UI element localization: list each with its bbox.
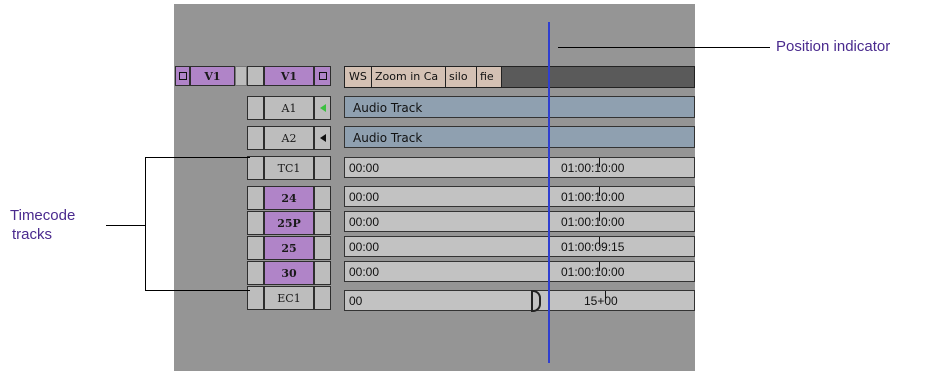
- timecode-value: 01:00:09:15: [561, 240, 625, 254]
- audio-track-label: Audio Track: [353, 101, 423, 115]
- track-selector-24[interactable]: 24: [264, 186, 314, 210]
- track-monitor-cell[interactable]: [314, 156, 331, 180]
- track-patch-cell[interactable]: [247, 96, 264, 120]
- position-indicator-leader: [558, 47, 770, 48]
- timecode-tick: [599, 237, 600, 246]
- track-patch-cell[interactable]: [247, 156, 264, 180]
- track-monitor-cell[interactable]: [314, 261, 331, 285]
- video-monitor-toggle[interactable]: [314, 66, 331, 86]
- video-track-v1: WS Zoom in Ca silo fie: [344, 66, 695, 88]
- timecode-tracks-leader: [106, 225, 146, 226]
- video-segment[interactable]: silo: [446, 67, 477, 87]
- bracket-bottom: [145, 290, 250, 291]
- timecode-start: 00:00: [349, 190, 380, 204]
- video-segment[interactable]: Zoom in Ca: [372, 67, 446, 87]
- timecode-start: 00:00: [349, 240, 380, 254]
- track-monitor-cell[interactable]: [314, 236, 331, 260]
- timecode-tick: [599, 158, 600, 167]
- timecode-value: 01:00:10:00: [561, 190, 625, 204]
- audio-track-a1[interactable]: Audio Track: [344, 96, 695, 118]
- timecode-row: 00:00 01:00:10:00: [344, 186, 695, 207]
- track-patch-cell[interactable]: [247, 236, 264, 260]
- speaker-icon: [319, 104, 326, 112]
- position-indicator-callout: Position indicator: [776, 38, 891, 55]
- track-patch-cell[interactable]: [247, 261, 264, 285]
- audio-track-label: Audio Track: [353, 131, 423, 145]
- timecode-value: 01:00:10:00: [561, 161, 625, 175]
- position-indicator[interactable]: [548, 22, 550, 363]
- timecode-row: 00 15+00: [344, 290, 695, 311]
- record-monitor-toggle[interactable]: [175, 66, 190, 86]
- track-patch-cell[interactable]: [247, 126, 264, 150]
- track-selector-30[interactable]: 30: [264, 261, 314, 285]
- timecode-tracks-line2: tracks: [12, 226, 53, 243]
- audio-track-a2[interactable]: Audio Track: [344, 126, 695, 148]
- track-selector-tc1[interactable]: TC1: [264, 156, 314, 180]
- track-patch-cell[interactable]: [247, 186, 264, 210]
- track-selector-ec1[interactable]: EC1: [264, 286, 314, 310]
- record-track-v1[interactable]: V1: [190, 66, 235, 86]
- timecode-tick: [599, 212, 600, 221]
- timecode-row: 00:00 01:00:10:00: [344, 211, 695, 232]
- track-monitor-cell[interactable]: [314, 211, 331, 235]
- timecode-tick: [605, 291, 606, 300]
- track-selector-25p[interactable]: 25P: [264, 211, 314, 235]
- track-patch-cell[interactable]: [247, 211, 264, 235]
- track-selector-25[interactable]: 25: [264, 236, 314, 260]
- timecode-tick: [599, 187, 600, 196]
- record-track-spacer: [235, 66, 247, 86]
- timecode-tick: [599, 262, 600, 271]
- track-monitor-cell[interactable]: [314, 286, 331, 310]
- timecode-start: 00: [349, 294, 363, 308]
- track-monitor-cell[interactable]: [314, 186, 331, 210]
- bracket-vertical: [145, 157, 146, 291]
- video-segment[interactable]: WS: [345, 67, 372, 87]
- timecode-start: 00:00: [349, 265, 380, 279]
- timecode-row: 00:00 01:00:09:15: [344, 236, 695, 257]
- audio-monitor-toggle[interactable]: [314, 96, 331, 120]
- timecode-row: 00:00 01:00:10:00: [344, 157, 695, 178]
- timecode-row: 00:00 01:00:10:00: [344, 261, 695, 282]
- monitor-icon: [178, 72, 187, 80]
- video-segment[interactable]: fie: [477, 67, 502, 87]
- track-patch-cell[interactable]: [247, 66, 264, 86]
- timecode-value: 01:00:10:00: [561, 265, 625, 279]
- track-selector-a1[interactable]: A1: [264, 96, 314, 120]
- timecode-value: 01:00:10:00: [561, 215, 625, 229]
- monitor-icon: [318, 72, 327, 80]
- bracket-top: [145, 157, 250, 158]
- timecode-tracks-callout: Timecode tracks: [10, 206, 75, 244]
- timecode-start: 00:00: [349, 215, 380, 229]
- timecode-start: 00:00: [349, 161, 380, 175]
- audio-monitor-toggle[interactable]: [314, 126, 331, 150]
- speaker-icon: [319, 134, 326, 142]
- timecode-tracks-line1: Timecode: [10, 207, 76, 224]
- timecode-value: 15+00: [584, 294, 618, 308]
- track-selector-v1[interactable]: V1: [264, 66, 314, 86]
- track-selector-a2[interactable]: A2: [264, 126, 314, 150]
